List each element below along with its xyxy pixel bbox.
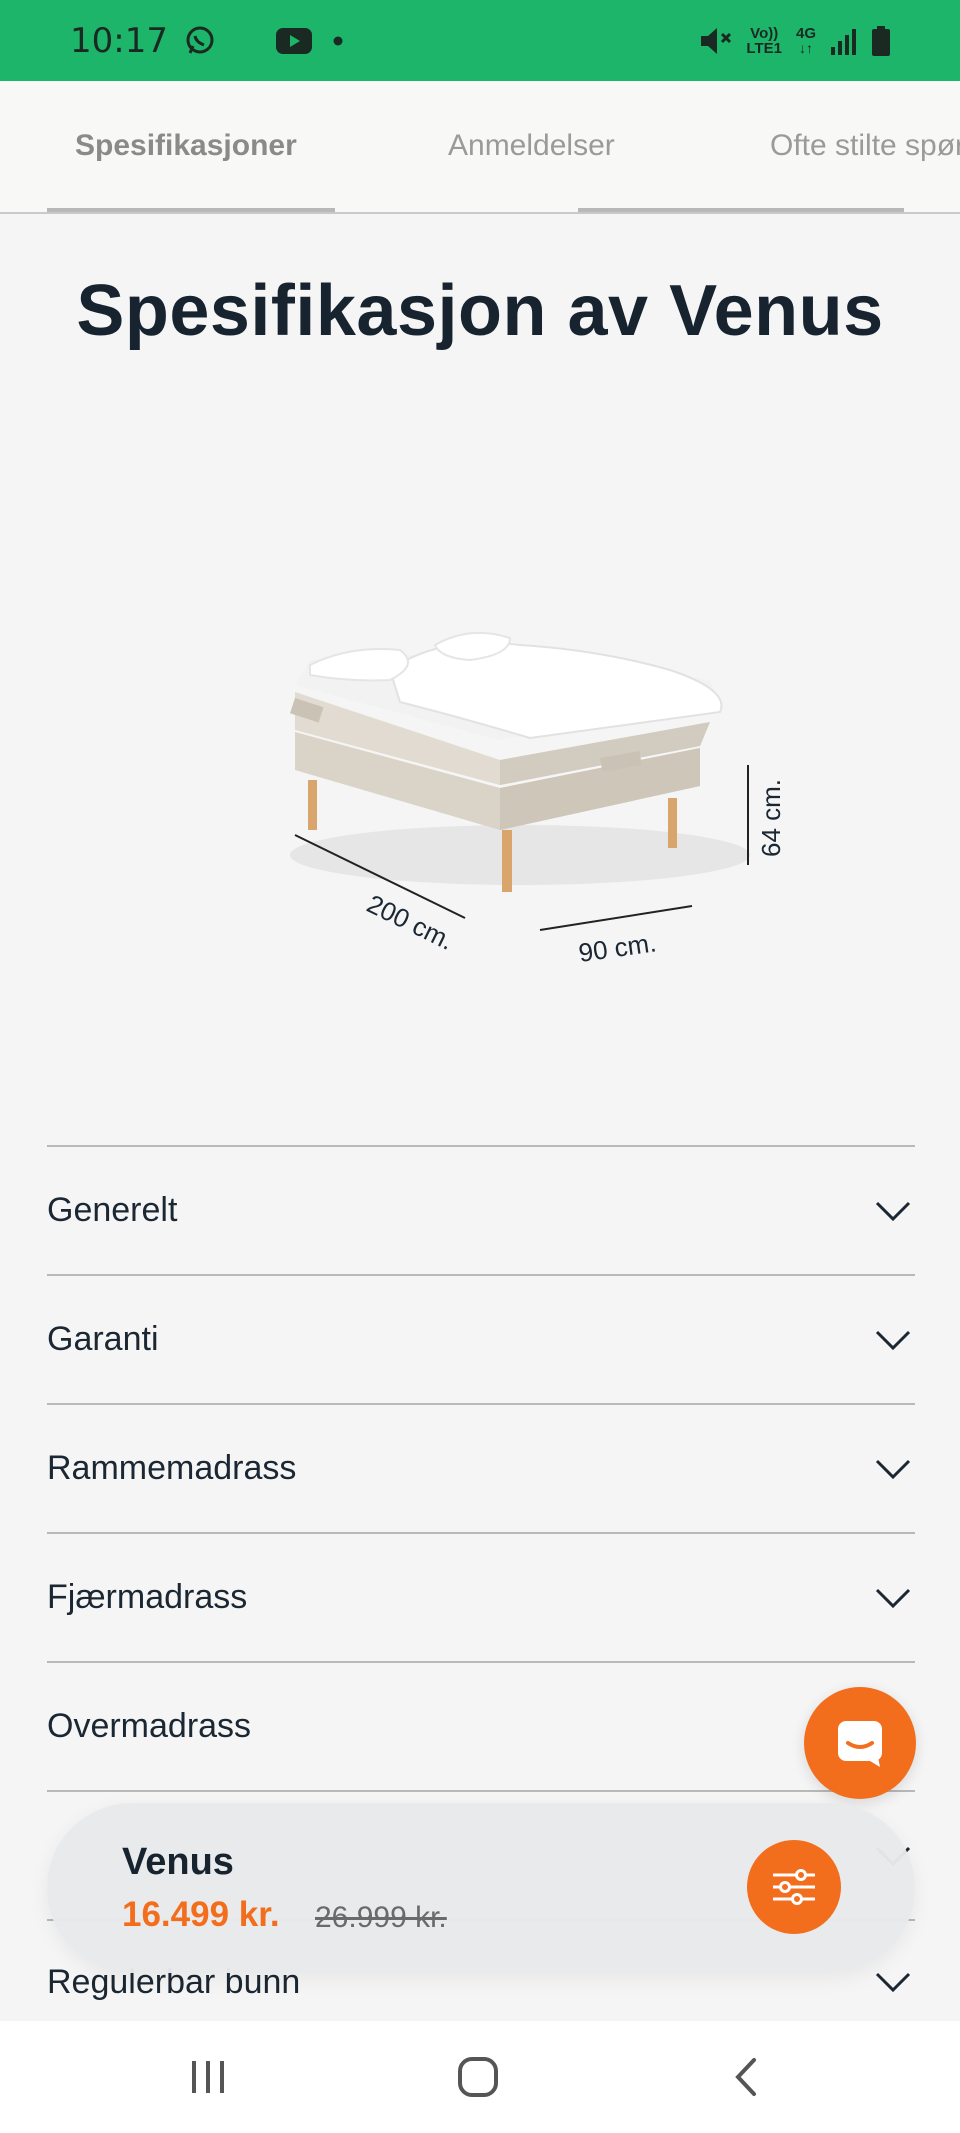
signal-icon <box>830 27 858 55</box>
page-title: Spesifikasjon av Venus <box>76 271 884 351</box>
chevron-down-icon <box>875 1459 911 1479</box>
product-image: 64 cm. 200 cm. 90 cm. <box>270 620 830 980</box>
recent-apps-icon <box>192 2061 224 2093</box>
status-time: 10:17 <box>70 20 168 61</box>
recent-apps-button[interactable] <box>148 2021 268 2133</box>
whatsapp-icon <box>184 25 216 57</box>
accordion-item-generelt[interactable]: Generelt <box>47 1145 915 1274</box>
chevron-down-icon <box>875 1330 911 1350</box>
scroll-indicator <box>578 208 904 212</box>
sticky-product-bar: Venus 16.499 kr. 26.999 kr. <box>47 1803 915 1973</box>
accordion-item-garanti[interactable]: Garanti <box>47 1274 915 1403</box>
accordion-label: Garanti <box>47 1320 159 1358</box>
youtube-icon <box>275 27 312 54</box>
battery-icon <box>872 25 890 56</box>
chat-button[interactable] <box>804 1687 916 1799</box>
tab-anmeldelser[interactable]: Anmeldelser <box>448 129 615 163</box>
accordion-item-overmadrass[interactable]: Overmadrass <box>47 1661 915 1790</box>
network-indicator: Vo)) LTE1 <box>746 24 782 57</box>
chat-icon <box>838 1721 882 1767</box>
home-button[interactable] <box>418 2021 538 2133</box>
home-icon <box>458 2057 498 2097</box>
product-price: 16.499 kr. <box>122 1895 280 1934</box>
height-label: 64 cm. <box>756 779 786 857</box>
chevron-down-icon <box>875 1972 911 1993</box>
accordion-label: Rammemadrass <box>47 1449 297 1487</box>
old-price: 26.999 kr. <box>315 1901 447 1934</box>
length-label: 200 cm. <box>362 888 458 956</box>
accordion-item-fjaermadrass[interactable]: Fjærmadrass <box>47 1532 915 1661</box>
tab-spesifikasjoner[interactable]: Spesifikasjoner <box>75 129 297 163</box>
chevron-down-icon <box>875 1588 911 1608</box>
back-button[interactable] <box>686 2021 806 2133</box>
sliders-icon <box>773 1869 815 1905</box>
accordion-label: Overmadrass <box>47 1707 252 1745</box>
system-nav-bar <box>0 2021 960 2133</box>
status-bar: 10:17 Vo)) LTE1 4G ↓↑ <box>0 0 960 81</box>
accordion-label: Fjærmadrass <box>47 1578 248 1616</box>
accordion-item-rammemadrass[interactable]: Rammemadrass <box>47 1403 915 1532</box>
network-type: 4G ↓↑ <box>795 24 816 56</box>
active-tab-indicator <box>47 208 335 212</box>
dot-icon <box>332 35 344 47</box>
product-name: Venus <box>122 1841 234 1883</box>
width-label: 90 cm. <box>577 927 658 968</box>
chevron-down-icon <box>875 1201 911 1221</box>
tab-ofte-stilte-sporsmal[interactable]: Ofte stilte spørsmål <box>770 129 960 163</box>
back-icon <box>735 2058 756 2096</box>
mute-icon <box>698 25 732 57</box>
tab-bar: Spesifikasjoner Anmeldelser Ofte stilte … <box>0 81 960 214</box>
accordion-label: Generelt <box>47 1191 178 1229</box>
options-button[interactable] <box>747 1840 841 1934</box>
